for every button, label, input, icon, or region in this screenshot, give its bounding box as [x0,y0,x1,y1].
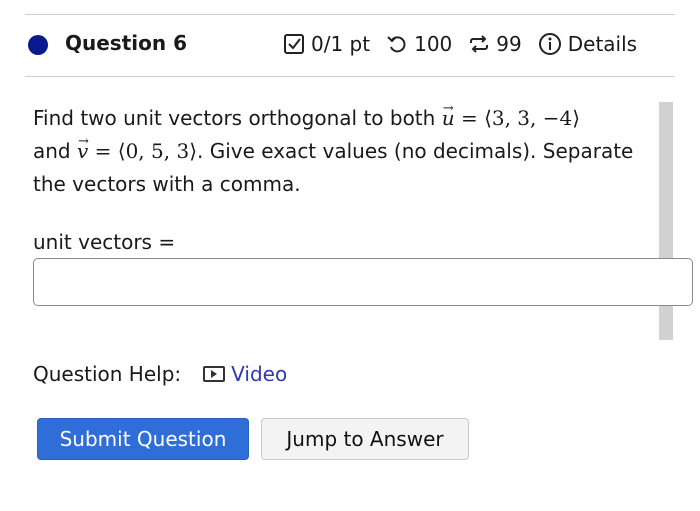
top-divider [25,14,675,15]
help-label: Question Help: [33,362,182,386]
repeat-icon [468,33,490,55]
undo-icon [386,33,408,55]
question-header: Question 6 0/1 pt 100 99 Details [25,22,675,70]
details-link[interactable]: Details [568,32,637,56]
question-title: Question 6 [65,31,187,55]
video-link[interactable]: Video [203,362,287,386]
question-meta: 0/1 pt 100 99 Details [283,32,637,56]
video-icon [203,366,226,382]
answer-label: unit vectors = [33,230,176,254]
video-link-label: Video [231,362,288,386]
answer-input[interactable] [33,258,693,306]
question-text: Find two unit vectors orthogonal to both… [33,101,634,196]
question-help: Question Help: Video [33,362,287,386]
jump-to-answer-button[interactable]: Jump to Answer [261,418,469,460]
header-divider [25,76,675,77]
info-icon[interactable] [538,32,562,56]
vector-v: → v = ⟨0, 5, 3⟩ [76,134,197,163]
vector-u: → u = ⟨3, 3, −4⟩ [441,101,581,130]
retries-count: 100 [414,32,453,56]
status-dot-icon [28,35,48,55]
submit-question-button[interactable]: Submit Question [37,418,249,460]
checkbox-icon [283,33,305,55]
score-text: 0/1 pt [311,32,371,56]
attempts-count: 99 [496,32,522,56]
